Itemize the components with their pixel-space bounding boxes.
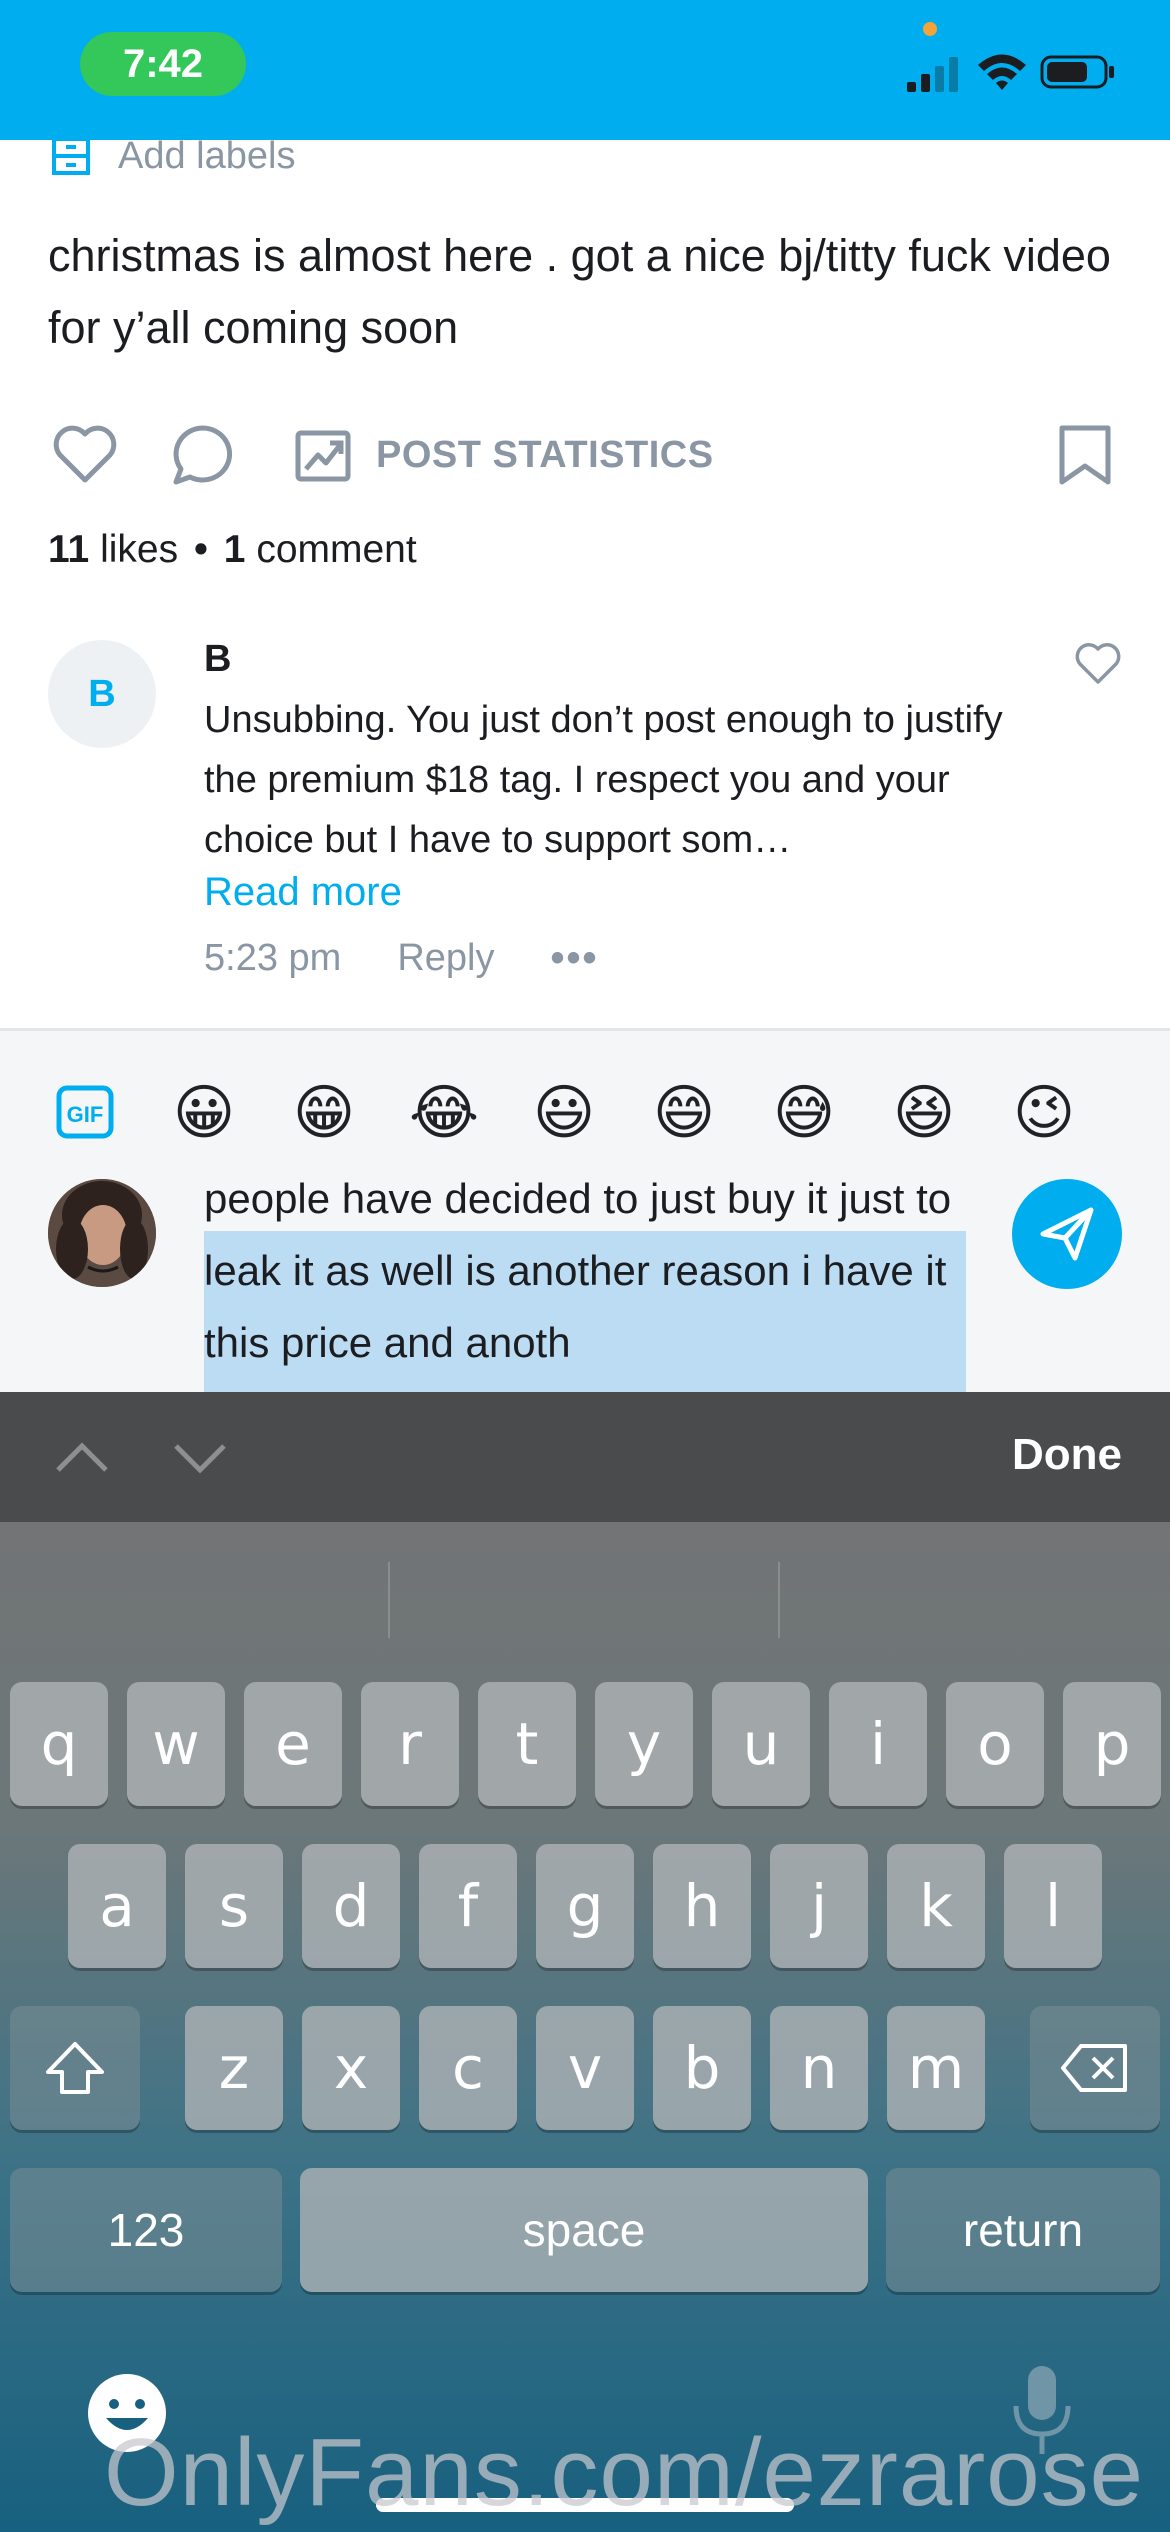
- key-h[interactable]: h: [653, 1844, 751, 1968]
- emoji-grinning[interactable]: 😀: [168, 1077, 240, 1149]
- key-s[interactable]: s: [185, 1844, 283, 1968]
- send-paper-plane-icon: [1040, 1207, 1094, 1261]
- key-j[interactable]: j: [770, 1844, 868, 1968]
- statistics-chart-icon: [295, 430, 351, 482]
- shift-arrow-icon: [46, 2042, 104, 2094]
- key-y[interactable]: y: [595, 1682, 693, 1806]
- comment-composer: GIF 😀 😁 😂 😃 😄 😅 😆 😉 people have decided …: [0, 1028, 1170, 1393]
- key-m[interactable]: m: [887, 2006, 985, 2130]
- status-bar: 7:42: [0, 0, 1170, 140]
- post-text: christmas is almost here . got a nice bj…: [48, 230, 1111, 353]
- suggestion-divider: [388, 1562, 390, 1638]
- comment-time: 5:23 pm: [204, 936, 342, 979]
- add-labels-button[interactable]: Add labels: [50, 130, 295, 182]
- key-n[interactable]: n: [770, 2006, 868, 2130]
- gif-icon[interactable]: GIF: [56, 1085, 114, 1139]
- comment-bubble-icon[interactable]: [168, 420, 238, 490]
- separator-dot: •: [194, 528, 208, 571]
- commenter-avatar[interactable]: B: [48, 640, 156, 748]
- key-b[interactable]: b: [653, 2006, 751, 2130]
- comment-text: Unsubbing. You just don’t post enough to…: [204, 699, 1003, 861]
- comment-input-text: people have decided to just buy it just …: [204, 1175, 952, 1366]
- likes-count: 11: [48, 528, 90, 571]
- key-p[interactable]: p: [1063, 1682, 1161, 1806]
- key-w[interactable]: w: [127, 1682, 225, 1806]
- post-counts: 11 likes • 1 comment: [48, 528, 417, 572]
- key-z[interactable]: z: [185, 2006, 283, 2130]
- cellular-signal-icon: [907, 57, 958, 92]
- post-actions-bar: POST STATISTICS: [0, 420, 1170, 530]
- backspace-icon: [1061, 2044, 1127, 2092]
- suggestion-divider: [778, 1562, 780, 1638]
- key-g[interactable]: g: [536, 1844, 634, 1968]
- emoji-quick-bar: GIF 😀 😁 😂 😃 😄 😅 😆 😉: [0, 1073, 1170, 1153]
- key-v[interactable]: v: [536, 2006, 634, 2130]
- emoji-beaming[interactable]: 😁: [288, 1077, 360, 1149]
- privacy-indicator-dot: [923, 22, 937, 36]
- bookmark-icon[interactable]: [1050, 420, 1120, 490]
- emoji-laughing[interactable]: 😆: [888, 1077, 960, 1149]
- watermark-text: OnlyFans.com/ezrarose: [104, 2419, 1145, 2526]
- key-r[interactable]: r: [361, 1682, 459, 1806]
- comments-count: 1: [223, 528, 246, 571]
- key-u[interactable]: u: [712, 1682, 810, 1806]
- key-x[interactable]: x: [302, 2006, 400, 2130]
- shift-key[interactable]: [10, 2006, 140, 2130]
- label-icon: [52, 137, 90, 175]
- emoji-wink[interactable]: 😉: [1008, 1077, 1080, 1149]
- space-key[interactable]: space: [300, 2168, 868, 2292]
- send-button[interactable]: [1012, 1179, 1122, 1289]
- key-e[interactable]: e: [244, 1682, 342, 1806]
- key-c[interactable]: c: [419, 2006, 517, 2130]
- key-k[interactable]: k: [887, 1844, 985, 1968]
- emoji-sweat-smile[interactable]: 😅: [768, 1077, 840, 1149]
- key-f[interactable]: f: [419, 1844, 517, 1968]
- comment-meta: 5:23 pm Reply •••: [204, 930, 598, 986]
- key-q[interactable]: q: [10, 1682, 108, 1806]
- key-l[interactable]: l: [1004, 1844, 1102, 1968]
- key-t[interactable]: t: [478, 1682, 576, 1806]
- post-statistics-label: POST STATISTICS: [376, 433, 714, 476]
- read-more-link[interactable]: Read more: [204, 870, 402, 915]
- commenter-name[interactable]: B: [204, 638, 231, 681]
- key-o[interactable]: o: [946, 1682, 1044, 1806]
- emoji-smile[interactable]: 😄: [648, 1077, 720, 1149]
- battery-icon: [1040, 55, 1114, 89]
- reply-button[interactable]: Reply: [397, 937, 494, 980]
- likes-label[interactable]: likes: [100, 528, 178, 571]
- add-labels-label: Add labels: [118, 134, 296, 177]
- comments-label[interactable]: comment: [256, 528, 416, 571]
- comment-more-options-icon[interactable]: •••: [550, 936, 598, 981]
- comment-input[interactable]: people have decided to just buy it just …: [204, 1171, 966, 1393]
- previous-field-chevron-up-icon[interactable]: [52, 1432, 112, 1482]
- emoji-smiley[interactable]: 😃: [528, 1077, 600, 1149]
- comment-like-heart-icon[interactable]: [1074, 640, 1122, 688]
- wifi-icon: [978, 54, 1026, 90]
- gif-label: GIF: [67, 1102, 104, 1127]
- delete-key[interactable]: [1030, 2006, 1160, 2130]
- key-i[interactable]: i: [829, 1682, 927, 1806]
- user-avatar[interactable]: [48, 1179, 156, 1287]
- return-key[interactable]: return: [886, 2168, 1160, 2292]
- next-field-chevron-down-icon[interactable]: [170, 1432, 230, 1482]
- keyboard-toolbar: Done: [0, 1392, 1170, 1522]
- emoji-tears-of-joy[interactable]: 😂: [408, 1077, 480, 1149]
- status-time[interactable]: 7:42: [80, 32, 246, 96]
- like-heart-icon[interactable]: [50, 420, 120, 490]
- user-avatar-photo: [48, 1179, 156, 1287]
- numbers-key[interactable]: 123: [10, 2168, 282, 2292]
- done-button[interactable]: Done: [1012, 1430, 1122, 1480]
- post-statistics-button[interactable]: POST STATISTICS: [294, 420, 714, 490]
- key-d[interactable]: d: [302, 1844, 400, 1968]
- key-a[interactable]: a: [68, 1844, 166, 1968]
- keyboard: q w e r t y u i o p a s d f g h j k l z …: [0, 1522, 1170, 2532]
